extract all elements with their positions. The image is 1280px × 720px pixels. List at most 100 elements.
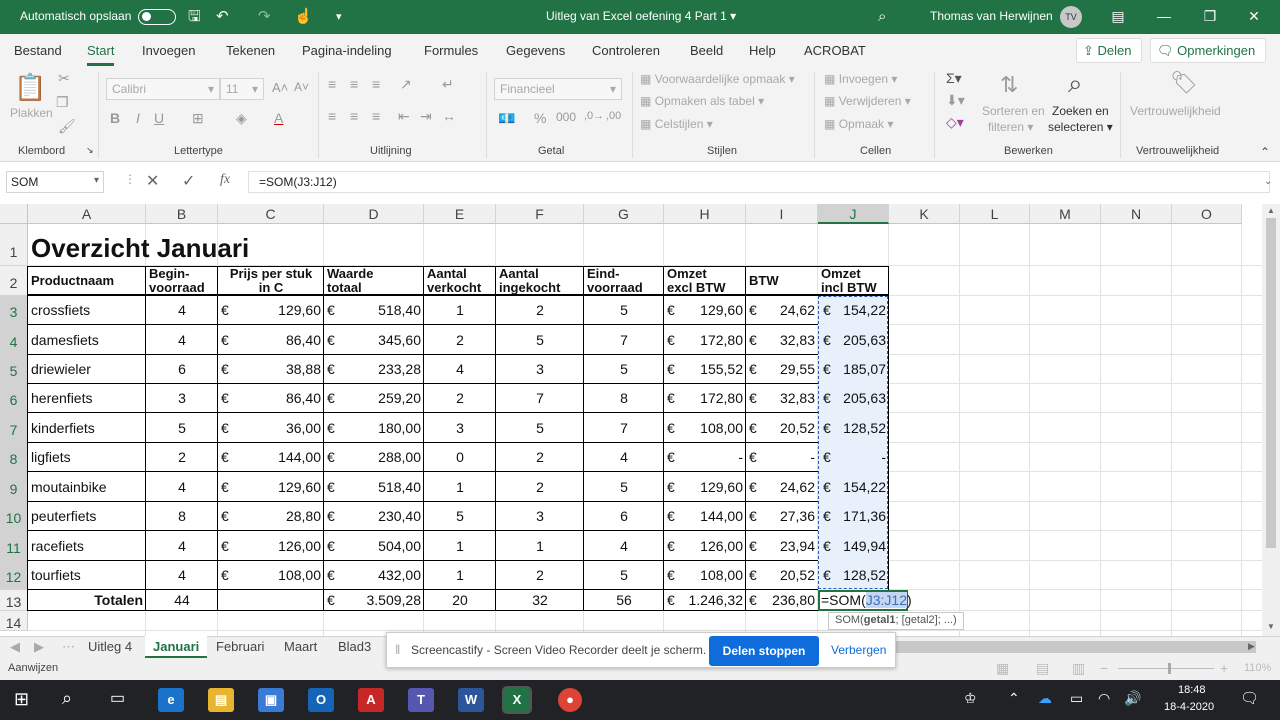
header-productnaam[interactable]: Productnaam <box>28 266 146 296</box>
tab-gegevens[interactable]: Gegevens <box>506 43 565 58</box>
prev-sheet-icon[interactable]: ◀ <box>10 639 20 655</box>
paste-label[interactable]: Plakken <box>10 106 53 120</box>
save-icon[interactable]: 🖫 <box>188 8 201 26</box>
excel-icon[interactable]: X <box>502 686 532 714</box>
row-header-11[interactable]: 11 <box>0 531 28 561</box>
row-header-8[interactable]: 8 <box>0 443 28 472</box>
cell-omzet-incl[interactable]: €205,63 <box>818 325 889 355</box>
row-header-12[interactable]: 12 <box>0 561 28 590</box>
normal-view-icon[interactable]: ▦ <box>996 660 1009 677</box>
edge-icon[interactable]: e <box>158 688 184 712</box>
cell-omzet-excl[interactable]: €172,80 <box>664 384 746 413</box>
cell-prijs[interactable]: €129,60 <box>218 472 324 502</box>
row-header-13[interactable]: 13 <box>0 590 28 611</box>
indent-decrease-icon[interactable]: ⇤ <box>398 108 410 125</box>
comma-style-icon[interactable]: 000 <box>556 110 576 124</box>
header-omzet-incl-btw[interactable]: Omzet incl BTW <box>818 266 889 296</box>
cell-verkocht[interactable]: 2 <box>424 384 496 413</box>
cell-omzet-incl[interactable]: €171,36 <box>818 502 889 531</box>
cell-prijs[interactable]: €108,00 <box>218 561 324 590</box>
restore-icon[interactable]: ❐ <box>1200 8 1220 24</box>
cell-prijs[interactable]: €126,00 <box>218 531 324 561</box>
outlook-icon[interactable]: O <box>308 688 334 712</box>
cell-beginvoorraad[interactable]: 6 <box>146 355 218 384</box>
cell-verkocht[interactable]: 2 <box>424 325 496 355</box>
tab-pagina-indeling[interactable]: Pagina-indeling <box>302 43 392 58</box>
copy-icon[interactable]: ❐ <box>56 94 69 111</box>
row-header-1[interactable]: 1 <box>0 224 28 266</box>
header-eindvoorraad[interactable]: Eind-voorraad <box>584 266 664 296</box>
sensitivity-icon[interactable]: 🏷 <box>1170 70 1198 96</box>
cell-beginvoorraad[interactable]: 3 <box>146 384 218 413</box>
cell-btw[interactable]: €20,52 <box>746 413 818 443</box>
delete-cells-button[interactable]: ▦ Verwijderen ▾ <box>824 94 911 108</box>
total-btw[interactable]: €236,80 <box>746 590 818 611</box>
format-as-table-button[interactable]: ▦ Opmaken als tabel ▾ <box>640 94 764 108</box>
cell-waarde[interactable]: €432,00 <box>324 561 424 590</box>
name-box[interactable]: SOM ▾ <box>6 171 104 193</box>
cell-ingekocht[interactable]: 2 <box>496 296 584 325</box>
column-header-j[interactable]: J <box>818 204 889 224</box>
cell-btw[interactable]: €32,83 <box>746 384 818 413</box>
row-header-9[interactable]: 9 <box>0 472 28 502</box>
sheet-tab-blad3[interactable]: Blad3 <box>338 639 371 654</box>
cell-ingekocht[interactable]: 5 <box>496 413 584 443</box>
cell-product-name[interactable]: tourfiets <box>28 561 146 590</box>
cell-verkocht[interactable]: 5 <box>424 502 496 531</box>
cell-ingekocht[interactable]: 2 <box>496 561 584 590</box>
tab-beeld[interactable]: Beeld <box>690 43 723 58</box>
column-header-l[interactable]: L <box>960 204 1030 224</box>
onedrive-icon[interactable]: ☁ <box>1038 690 1052 707</box>
column-header-m[interactable]: M <box>1030 204 1101 224</box>
horizontal-scrollbar[interactable] <box>896 641 1256 653</box>
clipboard-launcher-icon[interactable]: ↘ <box>86 145 94 156</box>
windows-start-icon[interactable]: ⊞ <box>14 689 29 710</box>
column-header-i[interactable]: I <box>746 204 818 224</box>
format-painter-icon[interactable]: 🖌 <box>58 118 76 135</box>
cell-ingekocht[interactable]: 1 <box>496 531 584 561</box>
cell-verkocht[interactable]: 1 <box>424 472 496 502</box>
row-header-7[interactable]: 7 <box>0 413 28 443</box>
cell-btw[interactable]: €20,52 <box>746 561 818 590</box>
ribbon-display-icon[interactable]: ▤ <box>1108 8 1128 24</box>
sort-filter-icon[interactable]: ⇅ <box>1000 72 1018 98</box>
tab-start[interactable]: Start <box>87 43 115 66</box>
cell-eindvoorraad[interactable]: 5 <box>584 355 664 384</box>
paste-icon[interactable]: 📋 <box>14 72 46 103</box>
column-header-k[interactable]: K <box>889 204 960 224</box>
row-header-5[interactable]: 5 <box>0 355 28 384</box>
drag-handle-icon[interactable]: ‖ <box>395 642 400 657</box>
column-header-e[interactable]: E <box>424 204 496 224</box>
totals-label[interactable]: Totalen <box>28 590 146 611</box>
minimize-icon[interactable]: — <box>1154 8 1174 24</box>
cell-verkocht[interactable]: 0 <box>424 443 496 472</box>
worksheet-grid[interactable]: ABCDEFGHIJKLMNO 1 2 3 4 5 6 7 8 9 10 11 12 13 14 Over… <box>0 204 1262 636</box>
zoom-in-icon[interactable]: + <box>1220 660 1228 676</box>
cell-waarde[interactable]: €518,40 <box>324 296 424 325</box>
cell-waarde[interactable]: €230,40 <box>324 502 424 531</box>
cell-product-name[interactable]: damesfiets <box>28 325 146 355</box>
notifications-icon[interactable]: 🗨 <box>1240 689 1259 707</box>
sort-filter-label-1[interactable]: Sorteren en <box>982 104 1045 118</box>
grow-font-icon[interactable]: A˄ <box>272 80 288 95</box>
cell-prijs[interactable]: €144,00 <box>218 443 324 472</box>
volume-icon[interactable]: 🔊 <box>1124 690 1141 707</box>
sheet-tab-januari[interactable]: Januari <box>145 636 207 658</box>
cell-omzet-incl[interactable]: €149,94 <box>818 531 889 561</box>
row-header-2[interactable]: 2 <box>0 266 28 296</box>
cell-product-name[interactable]: peuterfiets <box>28 502 146 531</box>
cell-waarde[interactable]: €288,00 <box>324 443 424 472</box>
underline-icon[interactable]: U <box>154 110 164 126</box>
cell-prijs[interactable]: €28,80 <box>218 502 324 531</box>
italic-icon[interactable]: I <box>136 110 140 126</box>
wrap-text-icon[interactable]: ↵ <box>442 76 454 93</box>
header-omzet-excl-btw[interactable]: Omzet excl BTW <box>664 266 746 296</box>
cell-prijs[interactable]: €86,40 <box>218 384 324 413</box>
cell-beginvoorraad[interactable]: 4 <box>146 472 218 502</box>
row-header-3[interactable]: 3 <box>0 296 28 325</box>
cell-eindvoorraad[interactable]: 5 <box>584 472 664 502</box>
indent-increase-icon[interactable]: ⇥ <box>420 108 432 125</box>
cell-prijs[interactable]: €86,40 <box>218 325 324 355</box>
clock-time[interactable]: 18:48 <box>1178 684 1206 696</box>
increase-decimal-icon[interactable]: ,0→ <box>584 110 604 122</box>
